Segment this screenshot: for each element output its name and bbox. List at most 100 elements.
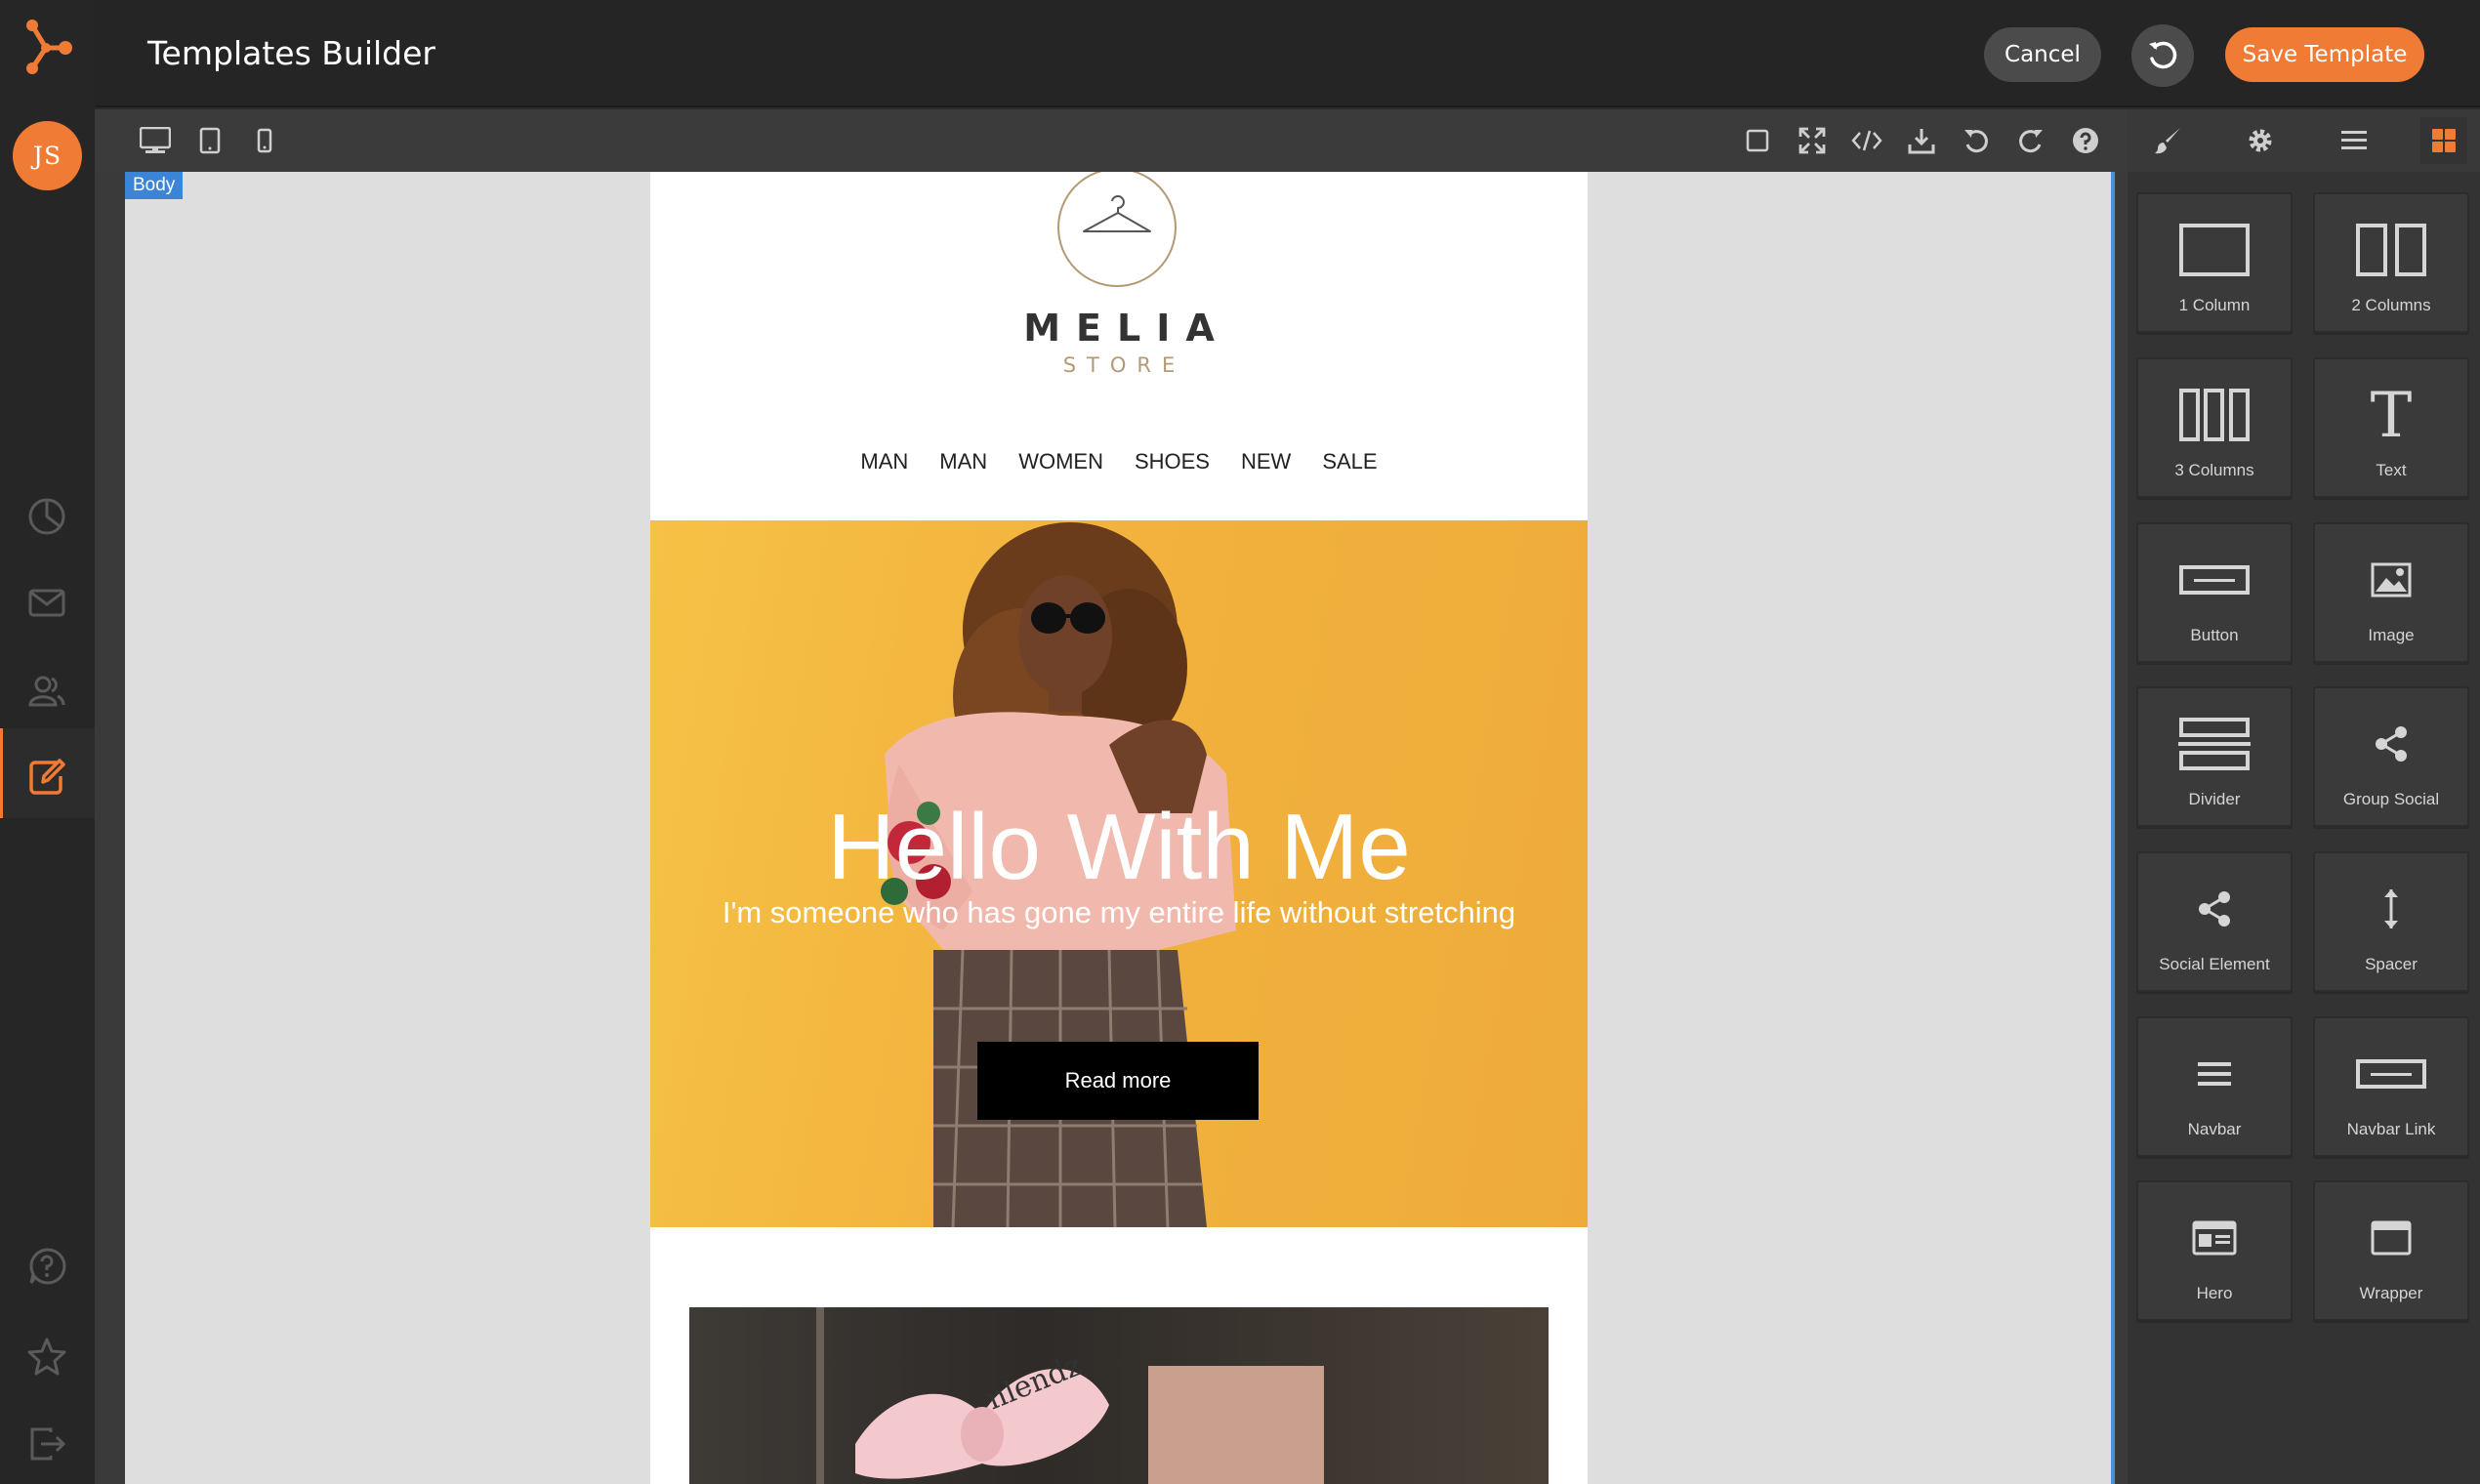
block-navbar[interactable]: Navbar bbox=[2136, 1016, 2293, 1157]
block-1-column[interactable]: 1 Column bbox=[2136, 192, 2293, 333]
block-image[interactable]: Image bbox=[2313, 522, 2469, 663]
two-columns-icon bbox=[2356, 224, 2426, 276]
share-icon bbox=[2199, 891, 2230, 927]
button-icon bbox=[2179, 565, 2250, 595]
read-more-button[interactable]: Read more bbox=[977, 1042, 1259, 1120]
hero-title[interactable]: Hello With Me bbox=[650, 794, 1588, 901]
canvas-gutter-left bbox=[95, 172, 125, 1484]
editor-canvas[interactable]: Body MELIA STORE MAN MAN WOMEN SHOES NEW… bbox=[125, 172, 2111, 1484]
divider-icon bbox=[2178, 718, 2251, 770]
block-divider[interactable]: Divider bbox=[2136, 686, 2293, 827]
spacer-icon bbox=[2384, 889, 2398, 928]
block-text[interactable]: T Text bbox=[2313, 357, 2469, 498]
save-template-button[interactable]: Save Template bbox=[2225, 27, 2424, 82]
blocks-tab[interactable] bbox=[2420, 117, 2467, 164]
email-template[interactable]: MELIA STORE MAN MAN WOMEN SHOES NEW SALE bbox=[650, 172, 1588, 1484]
page-title: Templates Builder bbox=[147, 34, 435, 72]
secondary-photo[interactable]: nlendz bbox=[689, 1307, 1549, 1484]
block-wrapper[interactable]: Wrapper bbox=[2313, 1180, 2469, 1321]
style-manager-tab[interactable] bbox=[2145, 117, 2192, 164]
help-circle-icon[interactable] bbox=[2068, 123, 2103, 158]
desktop-view-icon[interactable] bbox=[138, 123, 173, 158]
app-logo[interactable] bbox=[21, 16, 75, 76]
block-label: 2 Columns bbox=[2351, 296, 2431, 314]
brand-name: MELIA bbox=[1023, 307, 1230, 350]
block-label: Navbar bbox=[2187, 1120, 2242, 1138]
hero-subtitle[interactable]: I'm someone who has gone my entire life … bbox=[650, 895, 1588, 930]
gear-icon bbox=[2249, 129, 2272, 152]
layers-tab[interactable] bbox=[2331, 117, 2377, 164]
settings-tab[interactable] bbox=[2237, 117, 2284, 164]
block-3-columns[interactable]: 3 Columns bbox=[2136, 357, 2293, 498]
reset-icon bbox=[2149, 41, 2177, 69]
block-label: Wrapper bbox=[2359, 1284, 2423, 1302]
logout-icon[interactable] bbox=[26, 1423, 67, 1464]
block-label: Text bbox=[2376, 461, 2407, 479]
navbar-icon bbox=[2198, 1062, 2231, 1086]
menu-icon bbox=[2341, 131, 2367, 149]
avatar-initials: JS bbox=[32, 142, 62, 170]
brand-subtitle: STORE bbox=[1062, 353, 1186, 377]
three-columns-icon bbox=[2179, 389, 2250, 441]
mail-icon[interactable] bbox=[26, 582, 67, 623]
text-icon: T bbox=[2371, 386, 2413, 444]
block-label: Divider bbox=[2188, 790, 2241, 808]
block-social-element[interactable]: Social Element bbox=[2136, 851, 2293, 992]
block-label: Spacer bbox=[2365, 955, 2418, 973]
templates-edit-icon[interactable] bbox=[26, 756, 67, 797]
block-label: Hero bbox=[2196, 1284, 2233, 1302]
hanger-logo-icon bbox=[1057, 172, 1177, 287]
headband-photo: nlendz bbox=[816, 1307, 1324, 1484]
image-icon bbox=[2371, 562, 2412, 598]
block-label: Navbar Link bbox=[2346, 1120, 2436, 1138]
grid-icon bbox=[2432, 129, 2456, 152]
share-icon bbox=[2376, 726, 2407, 762]
dashboard-icon[interactable] bbox=[26, 496, 67, 537]
download-icon[interactable] bbox=[1904, 123, 1939, 158]
star-icon[interactable] bbox=[26, 1336, 67, 1377]
panel-tabs bbox=[2128, 109, 2480, 172]
outline-icon[interactable] bbox=[1740, 123, 1775, 158]
nav-link[interactable]: WOMEN bbox=[1018, 449, 1103, 474]
app-sidebar: JS › bbox=[0, 0, 102, 1484]
block-label: Image bbox=[2368, 626, 2415, 644]
help-icon[interactable] bbox=[26, 1246, 67, 1287]
block-label: Group Social bbox=[2342, 790, 2440, 808]
hero-section[interactable]: Hello With Me I'm someone who has gone m… bbox=[650, 520, 1588, 1227]
nav-link[interactable]: NEW bbox=[1241, 449, 1291, 474]
block-label: Button bbox=[2190, 626, 2239, 644]
block-button[interactable]: Button bbox=[2136, 522, 2293, 663]
block-label: 1 Column bbox=[2178, 296, 2251, 314]
avatar[interactable]: JS bbox=[13, 121, 82, 190]
email-navbar: MAN MAN WOMEN SHOES NEW SALE bbox=[650, 449, 1588, 474]
block-group-social[interactable]: Group Social bbox=[2313, 686, 2469, 827]
selected-element-badge: Body bbox=[125, 172, 184, 199]
tablet-view-icon[interactable] bbox=[192, 123, 227, 158]
undo-icon[interactable] bbox=[1959, 123, 1994, 158]
navbar-link-icon bbox=[2356, 1059, 2426, 1089]
nav-link[interactable]: MAN bbox=[939, 449, 987, 474]
redo-icon[interactable] bbox=[2013, 123, 2048, 158]
block-2-columns[interactable]: 2 Columns bbox=[2313, 192, 2469, 333]
svg-text:T: T bbox=[2371, 386, 2413, 444]
nav-link[interactable]: SHOES bbox=[1135, 449, 1210, 474]
block-label: Social Element bbox=[2159, 955, 2270, 973]
paintbrush-icon bbox=[2155, 128, 2180, 154]
code-icon[interactable] bbox=[1849, 123, 1884, 158]
mobile-view-icon[interactable] bbox=[247, 123, 282, 158]
contacts-icon[interactable] bbox=[26, 670, 67, 711]
one-column-icon bbox=[2179, 224, 2250, 276]
nav-link[interactable]: SALE bbox=[1322, 449, 1377, 474]
wrapper-icon bbox=[2371, 1220, 2412, 1256]
block-hero[interactable]: Hero bbox=[2136, 1180, 2293, 1321]
block-navbar-link[interactable]: Navbar Link bbox=[2313, 1016, 2469, 1157]
fullscreen-icon[interactable] bbox=[1795, 123, 1830, 158]
canvas-scrollbar[interactable] bbox=[2111, 172, 2115, 1484]
blocks-panel: 1 Column 2 Columns 3 Columns T Text Butt… bbox=[2128, 109, 2480, 1484]
cancel-button[interactable]: Cancel bbox=[1984, 27, 2101, 82]
reset-button[interactable] bbox=[2131, 24, 2194, 87]
block-spacer[interactable]: Spacer bbox=[2313, 851, 2469, 992]
top-bar: Templates Builder Cancel Save Template bbox=[95, 0, 2480, 107]
hero-icon bbox=[2192, 1220, 2237, 1256]
nav-link[interactable]: MAN bbox=[860, 449, 908, 474]
